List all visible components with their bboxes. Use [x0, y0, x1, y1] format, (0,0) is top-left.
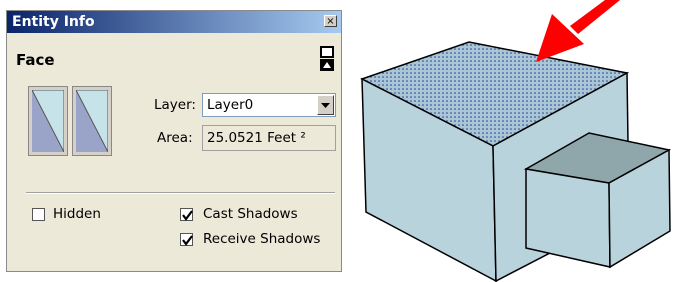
hidden-checkbox[interactable] — [32, 208, 45, 221]
area-field: 25.0521 Feet ² — [202, 125, 336, 151]
dropdown-button[interactable] — [317, 95, 334, 115]
red-arrow-icon — [536, 0, 620, 62]
model-illustration — [360, 0, 672, 282]
close-button[interactable]: × — [324, 15, 337, 27]
cast-shadows-checkbox[interactable] — [180, 208, 193, 221]
material-swatch-icon — [32, 90, 64, 152]
hidden-label: Hidden — [53, 206, 101, 222]
area-label: Area: — [157, 130, 193, 146]
layer-label: Layer: — [154, 97, 196, 113]
window-title: Entity Info — [12, 14, 95, 30]
receive-shadows-label: Receive Shadows — [203, 231, 321, 247]
area-value: 25.0521 Feet ² — [207, 130, 306, 146]
checkmark-icon — [182, 235, 193, 246]
back-material-swatch[interactable] — [72, 86, 112, 156]
entity-type-heading: Face — [16, 51, 55, 69]
collapse-button[interactable] — [320, 46, 334, 71]
entity-info-panel: Entity Info × Face Layer: Layer0 Area: 2… — [6, 10, 342, 272]
layer-dropdown[interactable]: Layer0 — [202, 93, 336, 117]
layer-value: Layer0 — [207, 97, 254, 113]
chevron-down-icon — [321, 103, 330, 108]
divider — [26, 192, 335, 194]
checkmark-icon — [182, 210, 193, 221]
receive-shadows-checkbox[interactable] — [180, 233, 193, 246]
material-swatch-icon — [76, 90, 108, 152]
cast-shadows-label: Cast Shadows — [203, 206, 298, 222]
front-material-swatch[interactable] — [28, 86, 68, 156]
close-icon: × — [326, 16, 335, 27]
collapse-icon — [320, 46, 334, 71]
title-bar[interactable]: Entity Info × — [7, 11, 341, 33]
